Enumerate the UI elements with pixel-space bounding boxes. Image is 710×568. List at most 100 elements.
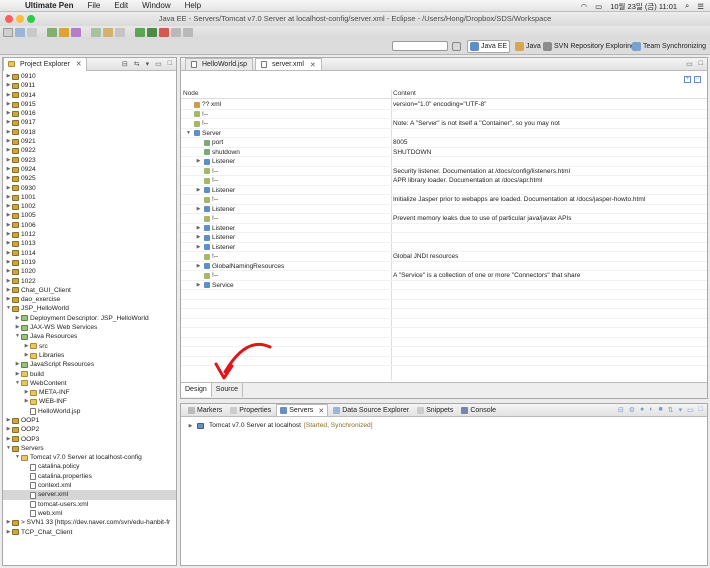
expand-toggle-icon[interactable]: ▶: [5, 184, 12, 193]
tree-item[interactable]: ▶ 0915: [3, 100, 176, 109]
expand-toggle-icon[interactable]: ▶: [5, 146, 12, 155]
expand-toggle-icon[interactable]: ▶: [23, 351, 30, 360]
debug-server-icon[interactable]: ⚙: [629, 406, 635, 414]
server-row[interactable]: ▶ Tomcat v7.0 Server at localhost [Start…: [187, 422, 373, 429]
nav-forward-icon[interactable]: [183, 28, 193, 37]
expand-toggle-icon[interactable]: ▶: [5, 295, 12, 304]
tree-item[interactable]: ▶ 1001: [3, 193, 176, 202]
view-menu-icon[interactable]: ▾: [146, 60, 150, 68]
tree-item[interactable]: ▶ 1013: [3, 239, 176, 248]
tree-item[interactable]: ▶ 1002: [3, 202, 176, 211]
tab-console[interactable]: Console: [458, 404, 499, 416]
menu-window[interactable]: Window: [142, 1, 170, 10]
grid-row[interactable]: ▶ Listener: [181, 224, 707, 233]
minimize-icon[interactable]: ▭: [686, 60, 693, 68]
expand-toggle-icon[interactable]: ▶: [5, 156, 12, 165]
expand-toggle-icon[interactable]: ▶: [5, 239, 12, 248]
run-dropdown-icon[interactable]: [147, 28, 157, 37]
perspective-java[interactable]: Java: [515, 40, 541, 53]
tab-server-xml[interactable]: server.xml ✕: [255, 58, 322, 70]
tree-item[interactable]: ▶ build: [3, 370, 176, 379]
quick-access-input[interactable]: [392, 41, 448, 51]
tab-properties[interactable]: Properties: [227, 404, 274, 416]
stop-server-icon[interactable]: ■: [659, 406, 663, 414]
tab-data-source-explorer[interactable]: Data Source Explorer: [330, 404, 412, 416]
tree-item[interactable]: ▼ Java Resources: [3, 332, 176, 341]
open-resource-icon[interactable]: [103, 28, 113, 37]
collapse-all-icon[interactable]: ⊟: [122, 60, 128, 68]
tree-item[interactable]: ▶ 1020: [3, 267, 176, 276]
tree-item[interactable]: ▶ 0925: [3, 174, 176, 183]
menu-list-icon[interactable]: ☰: [697, 2, 704, 11]
tab-design[interactable]: Design: [181, 383, 212, 397]
expand-toggle-icon[interactable]: ▼: [185, 129, 192, 139]
tree-item[interactable]: ▶ > SVN1 33 [https://dev.naver.com/svn/ed…: [3, 518, 176, 527]
grid-row[interactable]: !-- Prevent memory leaks due to use of pa…: [181, 214, 707, 224]
expand-toggle-icon[interactable]: ▶: [195, 281, 202, 291]
view-menu-icon[interactable]: ▾: [679, 406, 683, 414]
grid-row[interactable]: shutdown SHUTDOWN: [181, 148, 707, 157]
expand-toggle-icon[interactable]: ▶: [5, 165, 12, 174]
open-type-icon[interactable]: [91, 28, 101, 37]
tree-item[interactable]: ▶ 1012: [3, 230, 176, 239]
tree-item[interactable]: context.xml: [3, 481, 176, 490]
build-icon[interactable]: [59, 28, 69, 37]
grid-row[interactable]: ▶ Listener: [181, 233, 707, 243]
expand-toggle-icon[interactable]: ▶: [5, 202, 12, 211]
debug-icon[interactable]: [47, 28, 57, 37]
expand-toggle-icon[interactable]: ▶: [5, 137, 12, 146]
expand-toggle-icon[interactable]: ▶: [5, 91, 12, 100]
tree-item[interactable]: ▶ 0916: [3, 109, 176, 118]
expand-toggle-icon[interactable]: ▼: [14, 332, 21, 341]
expand-toggle-icon[interactable]: ▶: [195, 205, 202, 215]
close-icon[interactable]: ✕: [310, 61, 316, 69]
print-icon[interactable]: [27, 28, 37, 37]
search-icon[interactable]: ⌕: [685, 1, 689, 11]
tree-item[interactable]: ▶ JavaScript Resources: [3, 360, 176, 369]
expand-toggle-icon[interactable]: ▶: [5, 249, 12, 258]
expand-toggle-icon[interactable]: ▶: [5, 435, 12, 444]
expand-all-icon[interactable]: +: [684, 76, 691, 83]
collapse-all-icon[interactable]: −: [694, 76, 701, 83]
collapse-all-icon[interactable]: ⊟: [618, 406, 624, 414]
grid-row[interactable]: ?? xml version="1.0" encoding="UTF-8": [181, 100, 707, 110]
expand-toggle-icon[interactable]: ▼: [5, 304, 12, 313]
maximize-icon[interactable]: □: [168, 60, 172, 68]
publish-icon[interactable]: ⇅: [668, 406, 674, 414]
stop-icon[interactable]: [159, 28, 169, 37]
grid-row[interactable]: !-- APR library loader. Documentation at …: [181, 176, 707, 186]
tree-item[interactable]: ▶ WEB-INF: [3, 397, 176, 406]
tree-item[interactable]: ▼ JSP_HelloWorld: [3, 304, 176, 313]
nav-back-icon[interactable]: [171, 28, 181, 37]
tree-item[interactable]: ▶ dao_exercise: [3, 295, 176, 304]
expand-toggle-icon[interactable]: ▶: [14, 314, 21, 323]
clock[interactable]: 10월 23일 (금) 11:01: [610, 1, 677, 12]
expand-toggle-icon[interactable]: ▶: [14, 323, 21, 332]
expand-toggle-icon[interactable]: ▶: [5, 528, 12, 537]
expand-toggle-icon[interactable]: ▶: [5, 230, 12, 239]
open-perspective-button[interactable]: [452, 40, 461, 53]
tree-item[interactable]: ▶ 0918: [3, 128, 176, 137]
expand-toggle-icon[interactable]: ▶: [5, 109, 12, 118]
grid-row[interactable]: ▶ GlobalNamingResources: [181, 262, 707, 271]
expand-toggle-icon[interactable]: ▶: [5, 211, 12, 220]
expand-toggle-icon[interactable]: ▶: [14, 370, 21, 379]
tree-item[interactable]: ▶ Deployment Descriptor: JSP_HelloWorld: [3, 314, 176, 323]
tree-item[interactable]: ▶ 1005: [3, 211, 176, 220]
expand-toggle-icon[interactable]: ▶: [5, 174, 12, 183]
expand-toggle-icon[interactable]: ▶: [5, 258, 12, 267]
tree-item[interactable]: ▶ OOP2: [3, 425, 176, 434]
perspective-svn[interactable]: SVN Repository Exploring: [543, 40, 635, 53]
tree-item[interactable]: ▶ OOP1: [3, 416, 176, 425]
wifi-icon[interactable]: ◠: [581, 2, 588, 11]
grid-row[interactable]: !-- Note: A "Server" is not itself a "Con…: [181, 119, 707, 129]
expand-toggle-icon[interactable]: ▶: [5, 277, 12, 286]
maximize-icon[interactable]: □: [699, 406, 703, 414]
expand-toggle-icon[interactable]: ▶: [5, 221, 12, 230]
expand-toggle-icon[interactable]: ▶: [5, 267, 12, 276]
tree-item[interactable]: ▼ WebContent: [3, 379, 176, 388]
minimize-window-icon[interactable]: [16, 15, 24, 23]
tree-item[interactable]: ▶ 1019: [3, 258, 176, 267]
maximize-icon[interactable]: □: [699, 60, 703, 68]
tree-item[interactable]: web.xml: [3, 509, 176, 518]
